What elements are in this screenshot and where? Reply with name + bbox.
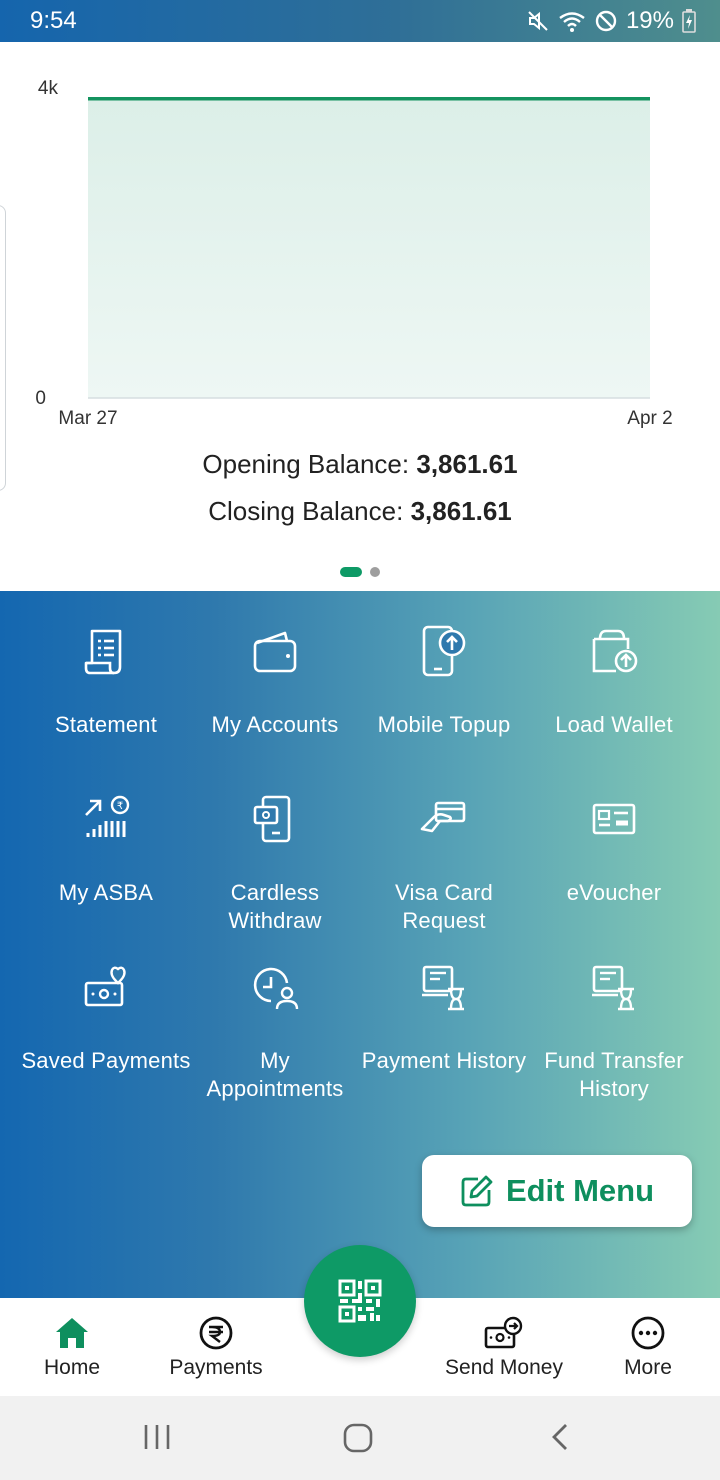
menu-item-fund-transfer-history[interactable]: Fund Transfer History <box>529 959 699 1103</box>
svg-text:₹: ₹ <box>117 801 123 812</box>
wallet-icon <box>253 631 297 673</box>
carousel-dot[interactable] <box>370 567 380 577</box>
menu-item-evoucher[interactable]: eVoucher <box>529 791 699 907</box>
nav-send-money[interactable]: Send Money <box>434 1316 574 1380</box>
menu-item-load-wallet[interactable]: Load Wallet <box>529 623 699 739</box>
qr-scan-button[interactable] <box>304 1245 416 1357</box>
menu-item-label: Mobile Topup <box>377 712 511 737</box>
evoucher-icon <box>592 803 636 835</box>
edit-icon <box>461 1175 493 1207</box>
recent-apps-icon[interactable] <box>142 1422 172 1452</box>
menu-item-payment-history[interactable]: Payment History <box>359 959 529 1075</box>
payment-history-icon <box>422 965 464 1011</box>
nav-payments-label: Payments <box>169 1356 263 1379</box>
battery-percent: 19% <box>625 7 674 34</box>
home-icon <box>56 1318 88 1348</box>
status-bar: 9:54 19% <box>0 0 720 42</box>
menu-item-my-accounts[interactable]: My Accounts <box>190 623 360 739</box>
menu-item-label: My Accounts <box>211 712 339 737</box>
x-tick-label: Mar 27 <box>58 408 117 429</box>
menu-item-label: My ASBA <box>58 880 154 905</box>
fund-transfer-history-icon <box>592 965 634 1011</box>
opening-balance-value: 3,861.61 <box>416 449 518 479</box>
menu-item-label: Cardless Withdraw <box>228 880 322 933</box>
closing-balance-value: 3,861.61 <box>410 496 512 526</box>
menu-item-label: Statement <box>54 712 158 737</box>
send-money-icon <box>484 1316 523 1349</box>
menu-item-label: Payment History <box>361 1048 527 1073</box>
opening-balance-label: Opening Balance: <box>202 449 410 479</box>
carousel-dot-active[interactable] <box>340 567 362 577</box>
menu-item-label: Fund Transfer History <box>544 1048 684 1101</box>
balance-chart-card[interactable]: 4k 0 Mar 27 Apr 2 Opening Balance: 3,861… <box>0 42 720 591</box>
balance-area <box>88 98 650 398</box>
nav-send-money-label: Send Money <box>445 1356 563 1379</box>
wifi-icon <box>559 12 585 32</box>
edit-menu-button[interactable]: Edit Menu <box>422 1155 692 1227</box>
balance-chart: 4k 0 Mar 27 Apr 2 <box>35 78 672 429</box>
nav-more[interactable]: More <box>578 1316 718 1380</box>
y-tick-label: 4k <box>38 78 59 99</box>
closing-balance-label: Closing Balance: <box>208 496 404 526</box>
payments-icon <box>199 1316 233 1350</box>
visa-card-icon <box>420 801 466 833</box>
system-navigation-bar <box>0 1396 720 1480</box>
y-tick-label: 0 <box>35 388 46 409</box>
x-tick-label: Apr 2 <box>627 408 672 429</box>
menu-item-saved-payments[interactable]: Saved Payments <box>21 959 191 1075</box>
nav-home-label: Home <box>43 1356 101 1379</box>
home-button-icon[interactable] <box>342 1422 374 1454</box>
do-not-disturb-icon <box>595 10 617 32</box>
menu-item-label: My Appointments <box>206 1048 344 1101</box>
back-icon[interactable] <box>548 1422 572 1452</box>
mute-icon <box>528 11 548 31</box>
menu-item-my-appointments[interactable]: My Appointments <box>190 959 360 1103</box>
edit-menu-label: Edit Menu <box>505 1173 655 1208</box>
menu-item-my-asba[interactable]: ₹ My ASBA <box>21 791 191 907</box>
nav-home[interactable]: Home <box>2 1316 142 1380</box>
menu-item-label: eVoucher <box>566 880 662 905</box>
menu-item-statement[interactable]: Statement <box>21 623 191 739</box>
closing-balance: Closing Balance: 3,861.61 <box>0 496 720 527</box>
asba-icon: ₹ <box>85 795 130 837</box>
menu-item-mobile-topup[interactable]: Mobile Topup <box>359 623 529 739</box>
carousel-indicator <box>0 567 720 577</box>
menu-item-label: Load Wallet <box>555 712 673 737</box>
menu-item-label: Saved Payments <box>21 1048 191 1073</box>
saved-payments-icon <box>84 966 126 1007</box>
status-time: 9:54 <box>30 7 77 34</box>
statement-icon <box>84 629 122 675</box>
quick-menu: Statement My Accounts Mobile Topup Load … <box>0 591 720 1298</box>
appointment-icon <box>253 967 299 1010</box>
status-icons: 19% <box>526 7 696 35</box>
nav-more-label: More <box>624 1356 672 1379</box>
more-icon <box>631 1316 665 1350</box>
battery-charging-icon <box>682 9 696 33</box>
qr-code-icon <box>338 1279 382 1323</box>
opening-balance: Opening Balance: 3,861.61 <box>0 449 720 480</box>
mobile-topup-icon <box>422 625 466 677</box>
menu-item-label: Visa Card Request <box>395 880 493 933</box>
menu-item-cardless-withdraw[interactable]: Cardless Withdraw <box>190 791 360 935</box>
menu-item-visa-card-request[interactable]: Visa Card Request <box>359 791 529 935</box>
nav-payments[interactable]: Payments <box>146 1316 286 1380</box>
load-wallet-icon <box>592 629 638 673</box>
cardless-withdraw-icon <box>253 795 291 843</box>
